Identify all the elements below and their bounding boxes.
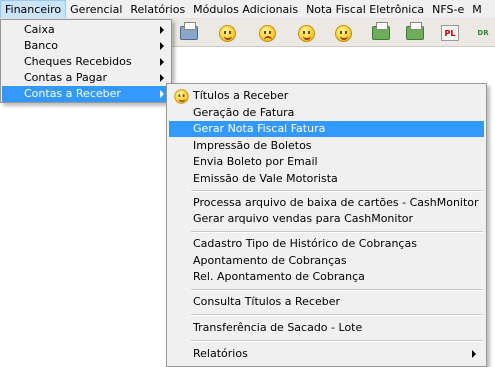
smiley-button[interactable] [214,22,240,44]
pl-button[interactable]: PL [437,22,463,44]
submenu-arrow-icon [160,74,164,82]
submenu-item-label: Emissão de Vale Motorista [193,172,338,185]
submenu-item-label: Apontamento de Cobranças [193,254,347,267]
menu-separator [191,340,483,342]
submenu-arrow-icon [160,42,164,50]
financeiro-dropdown: Caixa Banco Cheques Recebidos Contas a P… [0,19,172,103]
submenu-item-label: Impressão de Boletos [193,139,312,152]
menu-bar: Financeiro Gerencial Relatórios Módulos … [0,0,495,19]
menu-nota-fiscal-eletronica[interactable]: Nota Fiscal Eletrônica [302,0,428,18]
green-printer-icon [372,22,390,40]
submenu-item-envia-boleto-por-email[interactable]: Envia Boleto por Email [169,154,484,170]
menu-separator [191,314,483,316]
submenu-item-emissao-de-vale-motorista[interactable]: Emissão de Vale Motorista [169,171,484,187]
submenu-item-geracao-de-fatura[interactable]: Geração de Fatura [169,105,484,121]
dropdown-item-contas-a-pagar[interactable]: Contas a Pagar [2,70,170,86]
menu-separator [191,231,483,233]
green-printer-button[interactable] [368,22,394,44]
submenu-item-label: Gerar Nota Fiscal Fatura [193,122,326,135]
dropdown-item-label: Banco [24,39,59,52]
submenu-arrow-icon [472,350,476,358]
submenu-item-label: Rel. Apontamento de Cobrança [193,270,365,283]
submenu-arrow-icon [160,26,164,34]
submenu-item-label: Consulta Títulos a Receber [193,295,341,308]
dropdown-item-label: Caixa [24,23,55,36]
submenu-item-impressao-de-boletos[interactable]: Impressão de Boletos [169,138,484,154]
smiley-icon [218,24,236,42]
menu-separator [191,289,483,291]
submenu-item-label: Relatórios [193,347,248,360]
menu-relatorios[interactable]: Relatórios [126,0,189,18]
submenu-item-transferencia-de-sacado-lote[interactable]: Transferência de Sacado - Lote [169,320,484,336]
menu-separator [191,190,483,192]
dropdown-item-caixa[interactable]: Caixa [2,22,170,38]
submenu-arrow-icon [160,90,164,98]
dr-button[interactable]: DR [470,22,495,44]
submenu-item-gerar-arquivo-vendas-cashmonitor[interactable]: Gerar arquivo vendas para CashMonitor [169,211,484,227]
dropdown-item-label: Contas a Pagar [24,71,108,84]
submenu-arrow-icon [160,58,164,66]
submenu-item-apontamento-de-cobrancas[interactable]: Apontamento de Cobranças [169,253,484,269]
menu-gerencial[interactable]: Gerencial [66,0,126,18]
submenu-item-label: Cadastro Tipo de Histórico de Cobranças [193,237,417,250]
green-printer-icon [406,22,424,40]
submenu-item-rel-apontamento-de-cobranca[interactable]: Rel. Apontamento de Cobrança [169,269,484,285]
submenu-item-consulta-titulos-a-receber[interactable]: Consulta Títulos a Receber [169,294,484,310]
submenu-item-label: Transferência de Sacado - Lote [193,321,363,334]
submenu-item-label: Envia Boleto por Email [193,155,318,168]
dr-icon: DR [477,29,489,37]
submenu-item-gerar-nota-fiscal-fatura[interactable]: Gerar Nota Fiscal Fatura [169,121,484,137]
green-printer-button-2[interactable] [402,22,428,44]
menu-financeiro[interactable]: Financeiro [0,0,67,18]
pl-icon: PL [441,25,459,41]
dropdown-item-cheques-recebidos[interactable]: Cheques Recebidos [2,54,170,70]
menu-m[interactable]: M [468,0,486,18]
submenu-item-cadastro-tipo-historico-cobrancas[interactable]: Cadastro Tipo de Histórico de Cobranças [169,236,484,252]
smiley-icon [297,24,315,42]
menu-nfs-e[interactable]: NFS-e [428,0,468,18]
submenu-item-titulos-a-receber[interactable]: Títulos a Receber [169,88,484,104]
dropdown-item-label: Contas a Receber [24,87,121,100]
submenu-item-label: Títulos a Receber [193,89,289,102]
printer-button[interactable] [176,22,202,44]
menu-modulos-adicionais[interactable]: Módulos Adicionais [189,0,302,18]
submenu-item-label: Processa arquivo de baixa de cartões - C… [193,196,479,209]
smiley-icon [174,89,189,104]
submenu-item-label: Geração de Fatura [193,106,295,119]
sad-smiley-button[interactable] [254,22,280,44]
submenu-item-relatorios[interactable]: Relatórios [169,346,484,362]
submenu-item-label: Gerar arquivo vendas para CashMonitor [193,212,414,225]
dropdown-item-banco[interactable]: Banco [2,38,170,54]
smiley-icon [334,24,352,42]
sad-smiley-icon [258,24,276,42]
dropdown-item-label: Cheques Recebidos [24,55,132,68]
printer-icon [180,22,198,40]
contas-a-receber-submenu: Títulos a Receber Geração de Fatura Gera… [166,83,487,367]
smiley-button-3[interactable] [330,22,356,44]
submenu-item-processa-arquivo-cashmonitor[interactable]: Processa arquivo de baixa de cartões - C… [169,195,484,211]
dropdown-item-contas-a-receber[interactable]: Contas a Receber [2,86,170,102]
smiley-button-2[interactable] [293,22,319,44]
